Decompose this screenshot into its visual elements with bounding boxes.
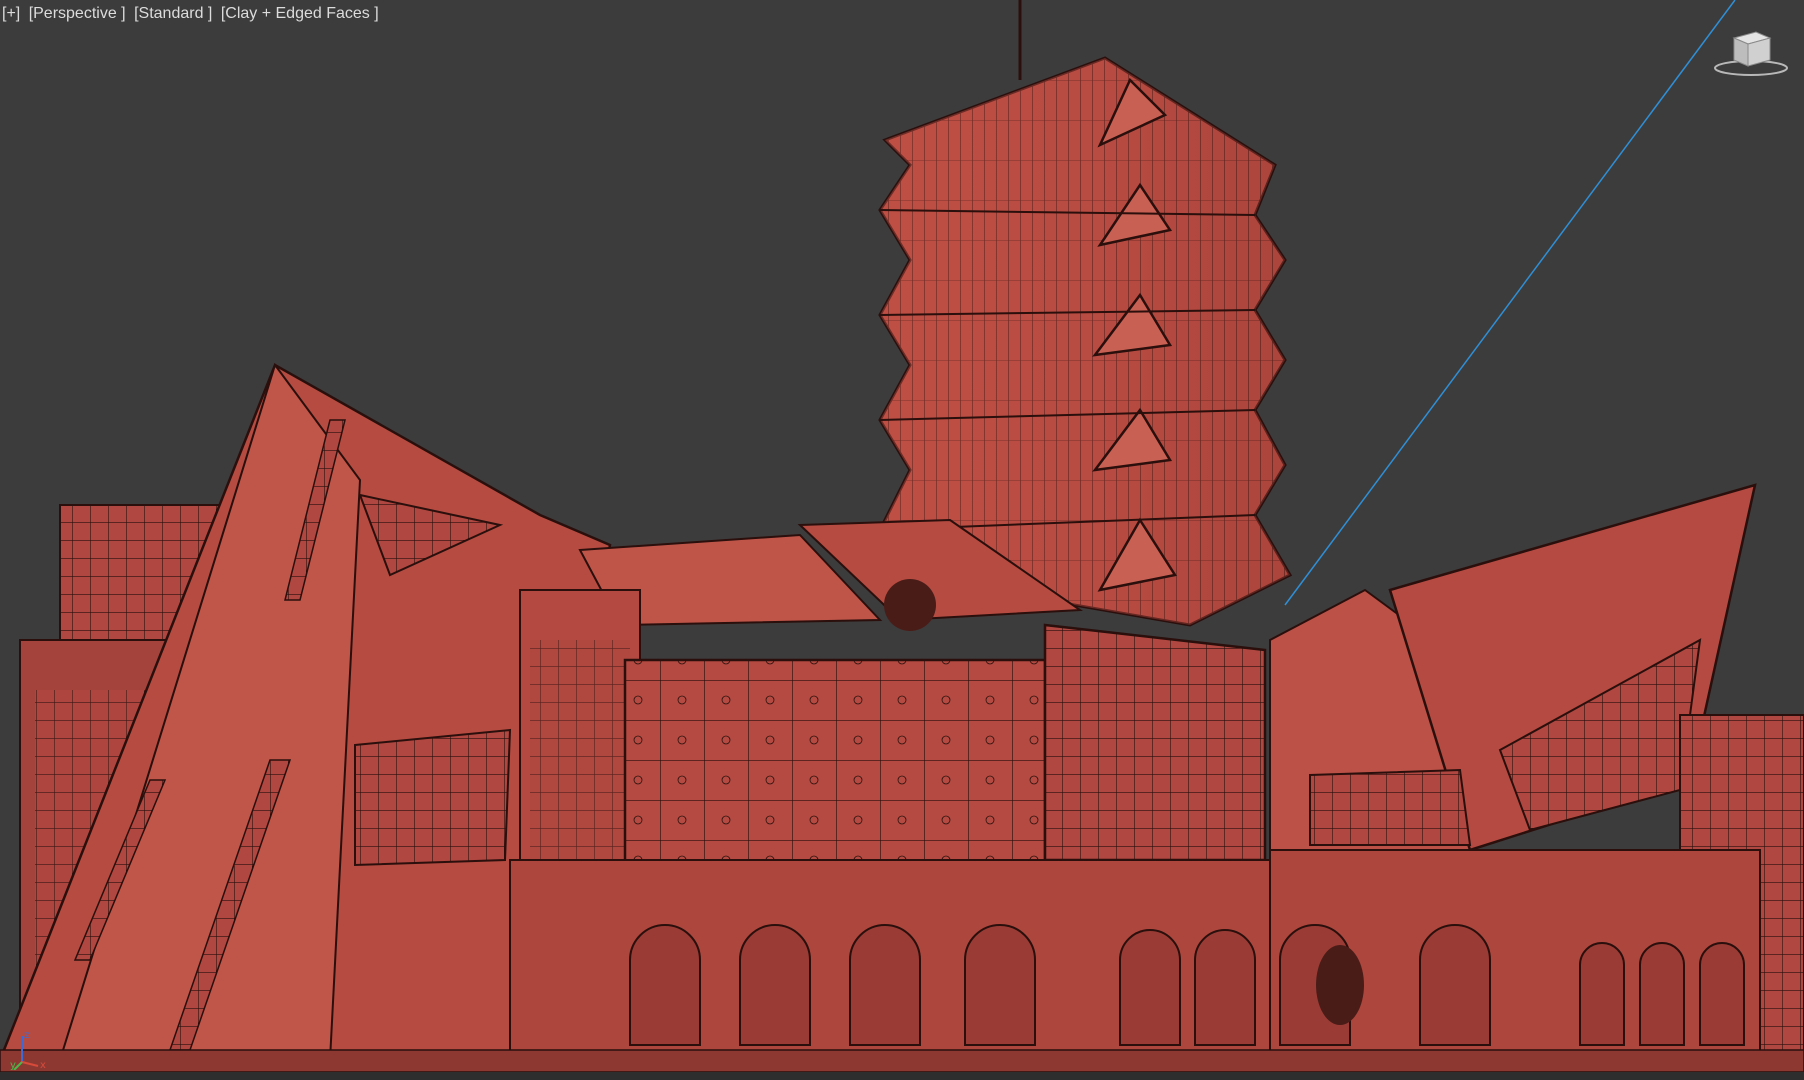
axis-z-label: z bbox=[24, 1030, 29, 1041]
shading-mode-label[interactable]: [Standard ] bbox=[134, 5, 212, 22]
viewport-label-bar: [+] [Perspective ] [Standard ] [Clay + E… bbox=[2, 4, 383, 24]
ground-plane bbox=[0, 1049, 1804, 1073]
perspective-viewport[interactable]: [+] [Perspective ] [Standard ] [Clay + E… bbox=[0, 0, 1804, 1080]
display-mode-label[interactable]: [Clay + Edged Faces ] bbox=[221, 5, 379, 22]
axis-tripod-icon: z x y bbox=[10, 1030, 46, 1070]
axis-y-label: y bbox=[10, 1060, 16, 1070]
viewport-menu-label[interactable]: [+] bbox=[2, 5, 20, 22]
view-type-label[interactable]: [Perspective ] bbox=[29, 5, 126, 22]
axis-x-label: x bbox=[40, 1060, 46, 1070]
scene-render[interactable] bbox=[0, 0, 1804, 1080]
viewcube-icon[interactable] bbox=[1712, 26, 1790, 78]
right-angular-wing bbox=[1269, 483, 1804, 1061]
viewport-bottom-border bbox=[0, 1072, 1804, 1080]
